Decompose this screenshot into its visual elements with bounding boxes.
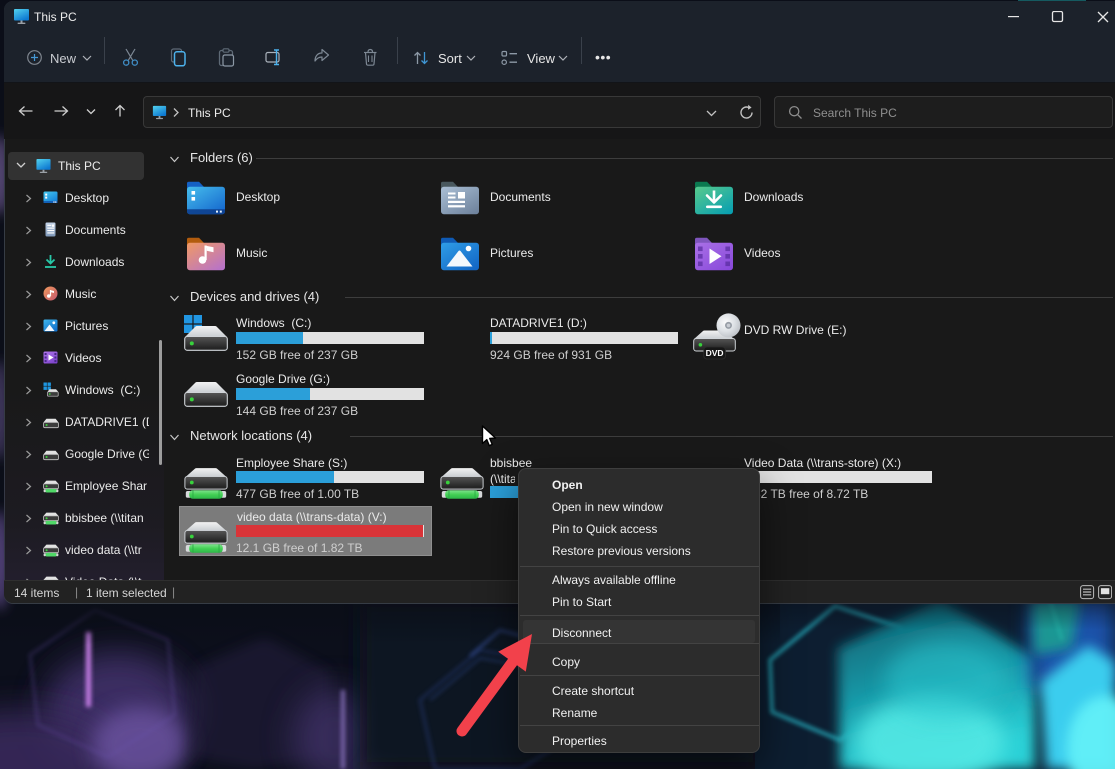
svg-text:DVD: DVD [706,348,724,358]
